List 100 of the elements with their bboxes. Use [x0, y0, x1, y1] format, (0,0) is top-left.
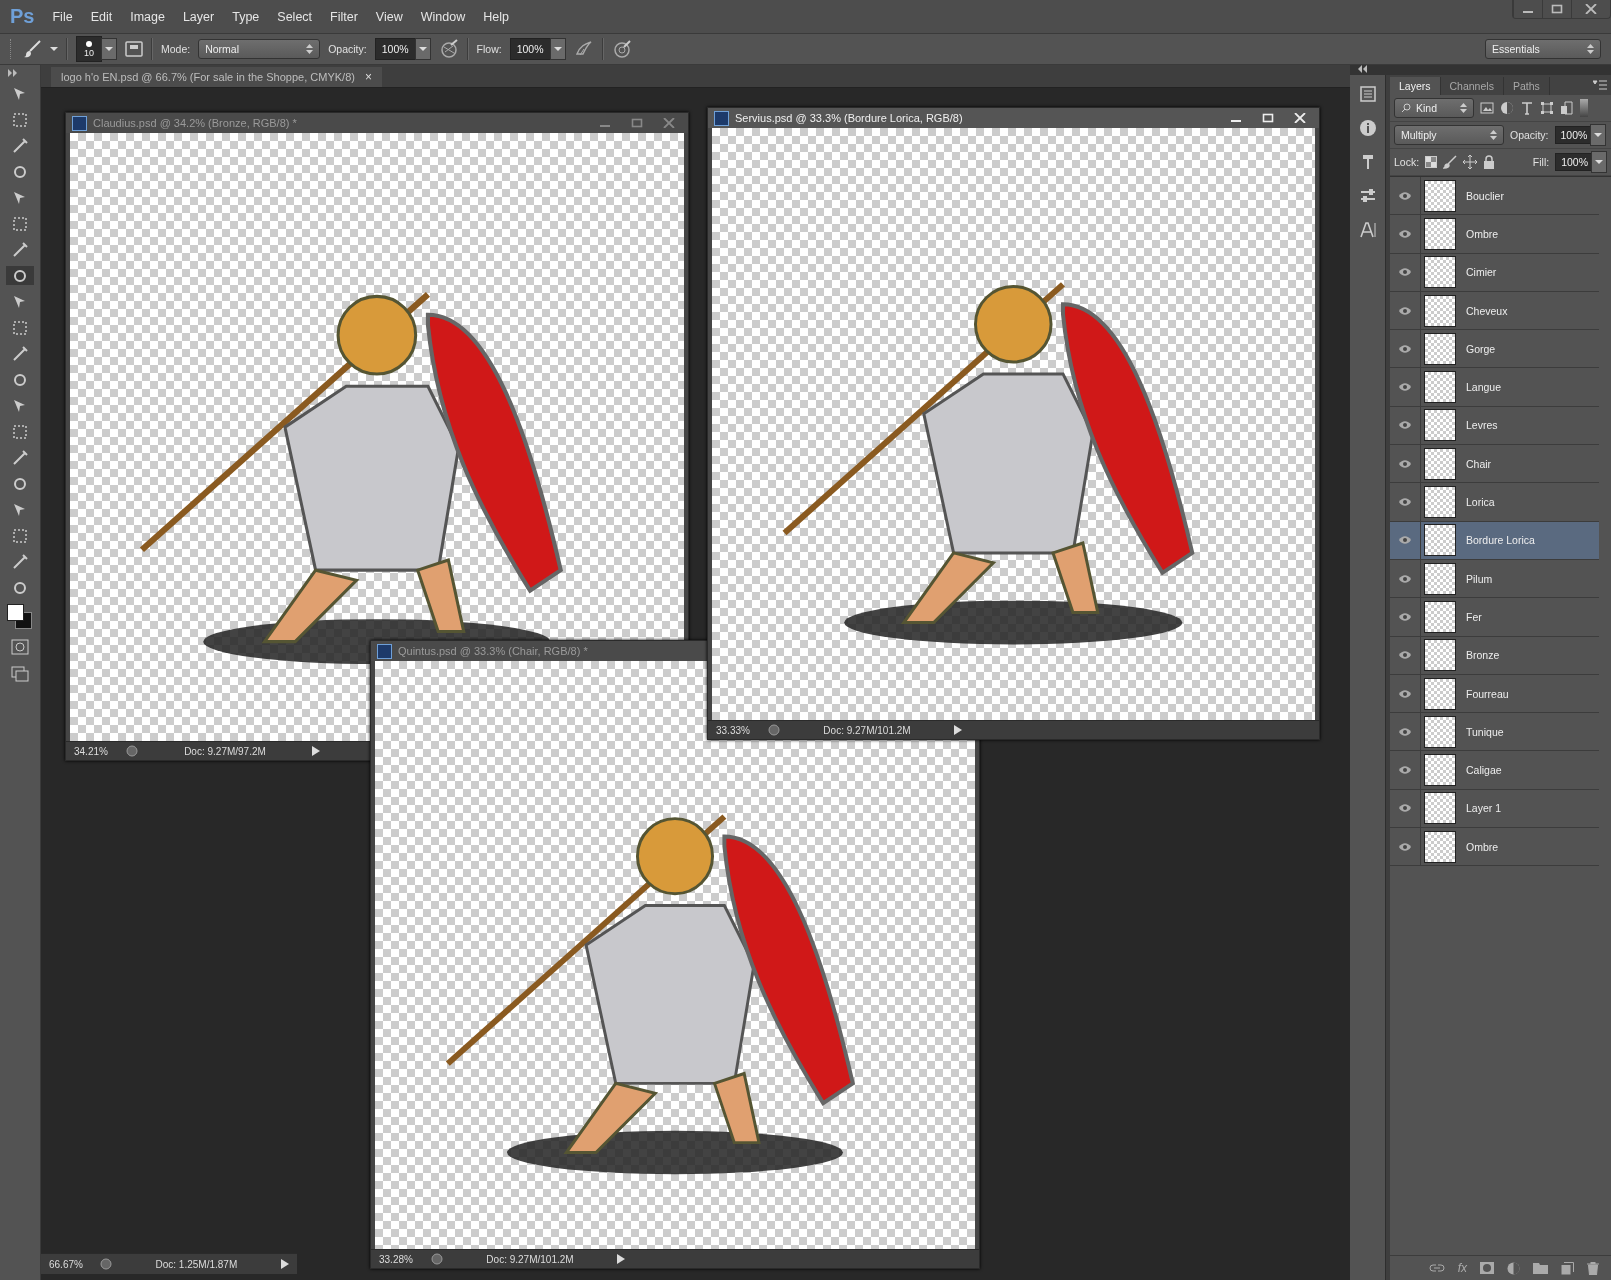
- mask-icon[interactable]: [1480, 1262, 1494, 1274]
- zoom-level[interactable]: 66.67%: [49, 1258, 88, 1270]
- play-arrow-icon[interactable]: [617, 1254, 625, 1264]
- smart-object-filter-icon[interactable]: [1560, 101, 1574, 115]
- brush-panel-icon[interactable]: [125, 40, 143, 58]
- pressure-size-icon[interactable]: [611, 39, 632, 59]
- layer-row[interactable]: Cimier: [1390, 253, 1599, 292]
- color-swatches[interactable]: [7, 604, 33, 628]
- eye-icon[interactable]: [1398, 841, 1412, 852]
- layer-row[interactable]: Fourreau: [1390, 674, 1599, 714]
- eye-icon[interactable]: [1398, 190, 1412, 201]
- layer-row[interactable]: Bouclier: [1390, 177, 1599, 216]
- eye-icon[interactable]: [1398, 650, 1412, 661]
- adjustment-layer-icon[interactable]: [1507, 1261, 1520, 1275]
- adjustments-icon[interactable]: [1358, 187, 1377, 205]
- eye-icon[interactable]: [1398, 573, 1412, 584]
- eye-icon[interactable]: [1398, 803, 1412, 814]
- layer-row[interactable]: Cheveux: [1390, 291, 1599, 331]
- eye-icon[interactable]: [1398, 305, 1412, 316]
- layer-row[interactable]: Gorge: [1390, 330, 1599, 369]
- eye-icon[interactable]: [1398, 688, 1412, 699]
- layer-row[interactable]: Lorica: [1390, 483, 1599, 522]
- brush-icon[interactable]: [22, 39, 42, 59]
- image-filter-icon[interactable]: [1480, 101, 1494, 115]
- eye-icon[interactable]: [1398, 726, 1412, 737]
- panel-tab[interactable]: Channels: [1440, 77, 1504, 95]
- menu-item[interactable]: Window: [420, 9, 466, 24]
- status-icon[interactable]: [126, 745, 138, 757]
- adjustment-filter-icon[interactable]: [1500, 101, 1514, 115]
- dropdown-button[interactable]: [101, 38, 117, 60]
- layer-row[interactable]: Fer: [1390, 598, 1599, 637]
- dropdown-button[interactable]: [1590, 124, 1607, 146]
- menu-item[interactable]: File: [52, 9, 73, 24]
- menu-item[interactable]: Help: [483, 9, 509, 24]
- eye-icon[interactable]: [1398, 458, 1412, 469]
- lock-icon[interactable]: [1483, 155, 1496, 169]
- menu-item[interactable]: View: [375, 9, 403, 24]
- menu-item[interactable]: Type: [232, 9, 260, 24]
- menu-item[interactable]: Layer: [182, 9, 215, 24]
- filter-toggle[interactable]: [1580, 99, 1588, 117]
- menu-item[interactable]: Edit: [90, 9, 113, 24]
- menu-item[interactable]: Select: [277, 9, 313, 24]
- play-arrow-icon[interactable]: [312, 746, 320, 756]
- layer-row[interactable]: Layer 1: [1390, 789, 1599, 829]
- new-layer-icon[interactable]: [1561, 1261, 1574, 1275]
- play-arrow-icon[interactable]: [281, 1259, 289, 1269]
- layer-row[interactable]: Ombre: [1390, 215, 1599, 254]
- status-icon[interactable]: [431, 1253, 443, 1265]
- layer-row[interactable]: Chair: [1390, 445, 1599, 484]
- shape-filter-icon[interactable]: [1540, 101, 1554, 115]
- filter-dropdown[interactable]: Kind: [1394, 98, 1474, 118]
- eye-icon[interactable]: [1398, 497, 1412, 507]
- caret-icon[interactable]: [50, 46, 58, 52]
- lock-transparency-icon[interactable]: [1425, 156, 1438, 168]
- panel-tab[interactable]: Layers: [1390, 77, 1441, 95]
- expand-icon[interactable]: [8, 69, 18, 77]
- fill-field[interactable]: 100%: [1555, 153, 1594, 171]
- eye-icon[interactable]: [1398, 535, 1412, 546]
- layer-row[interactable]: Bronze: [1390, 636, 1599, 675]
- folder-icon[interactable]: [1533, 1262, 1548, 1274]
- zoom-level[interactable]: 34.21%: [74, 745, 114, 757]
- type-filter-icon[interactable]: [1520, 101, 1534, 115]
- layer-row[interactable]: Ombre: [1390, 828, 1599, 867]
- screen-mode-icon[interactable]: [11, 666, 29, 682]
- zoom-level[interactable]: 33.28%: [379, 1253, 419, 1265]
- eye-icon[interactable]: [1398, 228, 1412, 239]
- character-panel-icon[interactable]: [1358, 221, 1377, 239]
- lock-pixels-icon[interactable]: [1443, 155, 1458, 169]
- eye-icon[interactable]: [1398, 765, 1412, 776]
- tab-close[interactable]: ×: [364, 70, 372, 84]
- document-tab[interactable]: logo h'o EN.psd @ 66.7% (For sale in the Shoppe, CMYK/8) ×: [51, 67, 382, 87]
- trash-icon[interactable]: [1587, 1261, 1599, 1275]
- panel-menu-icon[interactable]: [1593, 80, 1607, 90]
- eye-icon[interactable]: [1398, 382, 1412, 393]
- eye-icon[interactable]: [1398, 420, 1412, 431]
- marquee-tool-icon[interactable]: [11, 110, 29, 129]
- rectangle-tool-icon[interactable]: [11, 526, 29, 545]
- layer-row[interactable]: Caligae: [1390, 751, 1599, 790]
- eye-icon[interactable]: [1398, 267, 1412, 278]
- layer-row[interactable]: Bordure Lorica: [1390, 521, 1599, 560]
- brush-size-picker[interactable]: 10: [76, 36, 102, 62]
- zoom-level[interactable]: 33.33%: [716, 724, 756, 736]
- status-icon[interactable]: [768, 724, 780, 736]
- dropdown-button[interactable]: [1591, 151, 1607, 173]
- eye-icon[interactable]: [1398, 611, 1412, 622]
- mode-dropdown[interactable]: Normal: [198, 39, 321, 59]
- menu-item[interactable]: Filter: [330, 9, 358, 24]
- eye-icon[interactable]: [1398, 343, 1412, 354]
- menu-item[interactable]: Image: [130, 9, 165, 24]
- quick-mask-icon[interactable]: [11, 639, 29, 655]
- history-panel-icon[interactable]: [1358, 85, 1377, 103]
- link-icon[interactable]: [1428, 1263, 1445, 1273]
- lock-position-icon[interactable]: [1463, 155, 1478, 169]
- info-icon[interactable]: [1358, 119, 1377, 137]
- panel-tab[interactable]: Paths: [1503, 77, 1550, 95]
- play-arrow-icon[interactable]: [954, 725, 962, 735]
- pressure-opacity-icon[interactable]: [438, 39, 459, 59]
- opacity-field[interactable]: 100%: [374, 38, 416, 60]
- flow-field[interactable]: 100%: [509, 38, 551, 60]
- layer-row[interactable]: Tunique: [1390, 713, 1599, 752]
